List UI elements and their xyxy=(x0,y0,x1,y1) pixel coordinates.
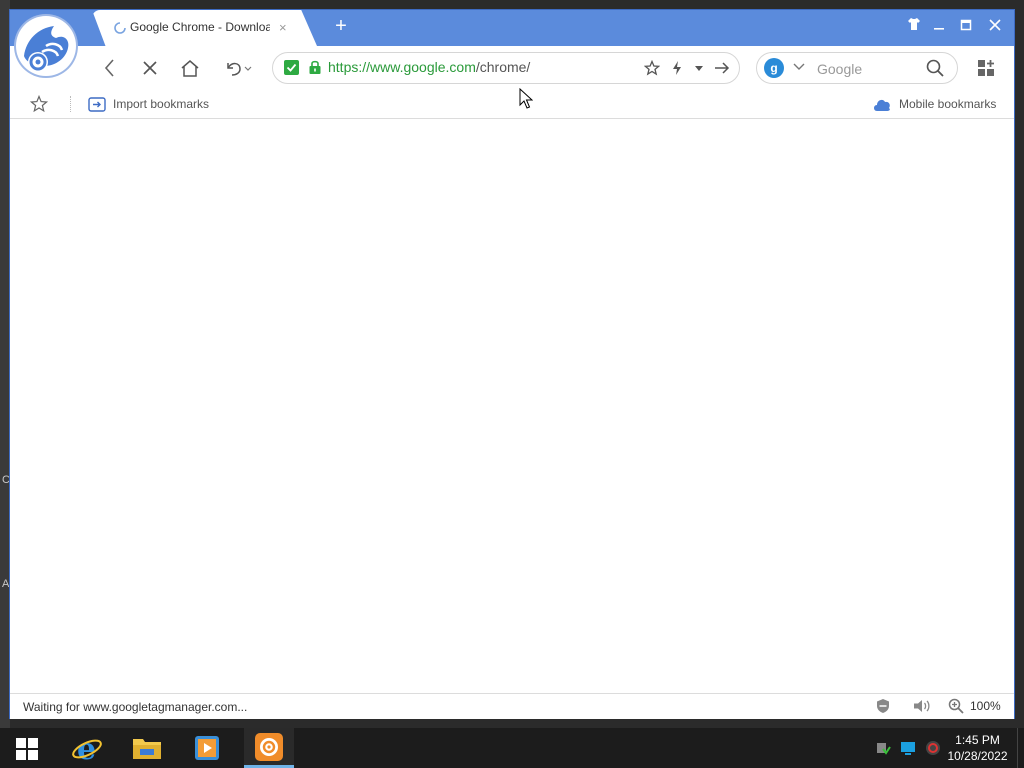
uc-browser-taskbar-icon xyxy=(255,732,283,761)
mobile-bookmarks-link[interactable]: Mobile bookmarks xyxy=(872,90,996,118)
ad-block-icon[interactable] xyxy=(875,698,891,714)
import-bookmarks-label: Import bookmarks xyxy=(113,97,210,111)
folder-icon xyxy=(133,739,161,759)
secure-check-icon xyxy=(284,60,299,75)
star-icon xyxy=(644,60,660,76)
bookmark-separator xyxy=(70,96,72,112)
svg-text:e: e xyxy=(77,732,96,764)
mobile-bookmarks-label: Mobile bookmarks xyxy=(899,97,997,111)
go-button[interactable] xyxy=(713,59,731,77)
status-text: Waiting for www.googletagmanager.com... xyxy=(23,700,248,714)
search-engine-icon[interactable]: g xyxy=(764,58,784,78)
title-bar: Google Chrome - Download × + xyxy=(10,10,1014,46)
shirt-icon xyxy=(908,18,920,30)
cloud-icon xyxy=(874,99,890,111)
clock-date: 10/28/2022 xyxy=(947,749,1008,763)
desktop-icon-label: A xyxy=(2,578,10,590)
tab-close-icon[interactable]: × xyxy=(279,20,287,35)
clock-time: 1:45 PM xyxy=(955,733,1000,747)
search-icon[interactable] xyxy=(925,58,945,78)
taskbar-uc-browser[interactable] xyxy=(244,728,294,768)
back-button[interactable] xyxy=(96,54,124,82)
stop-button[interactable] xyxy=(136,54,164,82)
mouse-cursor-icon xyxy=(519,88,533,109)
zoom-icon[interactable] xyxy=(948,698,964,714)
volume-icon[interactable] xyxy=(912,698,932,714)
chevron-down-icon[interactable] xyxy=(792,60,806,74)
system-clock[interactable]: 1:45 PM 10/28/2022 xyxy=(940,732,1015,764)
close-icon xyxy=(989,19,1001,31)
desktop-edge: C A xyxy=(0,0,10,728)
url-path: /chrome/ xyxy=(475,59,531,75)
network-icon[interactable] xyxy=(875,740,891,756)
import-bookmarks-link[interactable]: Import bookmarks xyxy=(88,90,209,118)
stop-x-icon xyxy=(143,61,157,75)
desktop-icon-label: C xyxy=(2,474,10,486)
lightning-icon xyxy=(673,61,681,75)
minimize-icon xyxy=(934,28,944,30)
chevron-left-icon xyxy=(104,59,114,77)
search-box[interactable]: g xyxy=(756,52,958,84)
import-icon xyxy=(88,97,106,112)
undo-close-tab-button[interactable] xyxy=(220,54,256,82)
zoom-level[interactable]: 100% xyxy=(970,699,1001,713)
uc-squirrel-icon xyxy=(19,19,73,73)
address-dropdown-button[interactable] xyxy=(690,59,708,77)
url-host: www.google.com xyxy=(370,59,476,75)
show-desktop-button[interactable] xyxy=(1017,728,1024,768)
address-bar[interactable]: https://www.google.com/chrome/ xyxy=(272,52,740,84)
search-input[interactable] xyxy=(815,58,924,80)
minimize-button[interactable] xyxy=(927,15,951,39)
page-content[interactable] xyxy=(10,119,1014,693)
loading-spinner-icon xyxy=(114,22,126,34)
display-icon[interactable] xyxy=(900,740,916,756)
nav-toolbar: https://www.google.com/chrome/ g xyxy=(10,46,1014,90)
media-player-icon xyxy=(195,736,219,760)
arrow-right-icon xyxy=(715,62,730,74)
lock-icon xyxy=(309,60,321,74)
security-icon[interactable] xyxy=(925,740,941,756)
home-button[interactable] xyxy=(176,54,204,82)
bookmarks-star-icon[interactable] xyxy=(30,95,48,113)
caret-down-icon xyxy=(695,66,703,71)
taskbar-file-explorer[interactable] xyxy=(122,728,172,768)
url-text[interactable]: https://www.google.com/chrome/ xyxy=(328,59,530,75)
close-window-button[interactable] xyxy=(983,15,1007,39)
maximize-icon xyxy=(960,19,972,31)
maximize-button[interactable] xyxy=(954,15,978,39)
home-icon xyxy=(181,60,199,77)
undo-icon xyxy=(227,62,252,76)
bookmarks-bar: Import bookmarks Mobile bookmarks xyxy=(10,90,1014,119)
taskbar-media-player[interactable] xyxy=(182,728,232,768)
skin-button[interactable] xyxy=(902,15,926,39)
apps-grid-icon[interactable] xyxy=(976,58,996,78)
taskbar: e 1:45 PM 10/28/2022 xyxy=(0,728,1024,768)
status-bar: Waiting for www.googletagmanager.com... … xyxy=(10,693,1014,719)
tab-active[interactable]: Google Chrome - Download × xyxy=(92,10,317,46)
taskbar-internet-explorer[interactable]: e xyxy=(62,728,112,768)
browser-window: Google Chrome - Download × + https://www… xyxy=(10,10,1014,719)
windows-start-icon[interactable] xyxy=(16,738,38,760)
uc-browser-logo[interactable] xyxy=(16,16,76,76)
new-tab-button[interactable]: + xyxy=(330,14,352,38)
tab-title: Google Chrome - Download xyxy=(130,20,270,34)
internet-explorer-icon: e xyxy=(72,732,102,764)
speed-mode-button[interactable] xyxy=(668,59,686,77)
bookmark-star-button[interactable] xyxy=(643,59,661,77)
url-scheme: https:// xyxy=(328,59,371,75)
